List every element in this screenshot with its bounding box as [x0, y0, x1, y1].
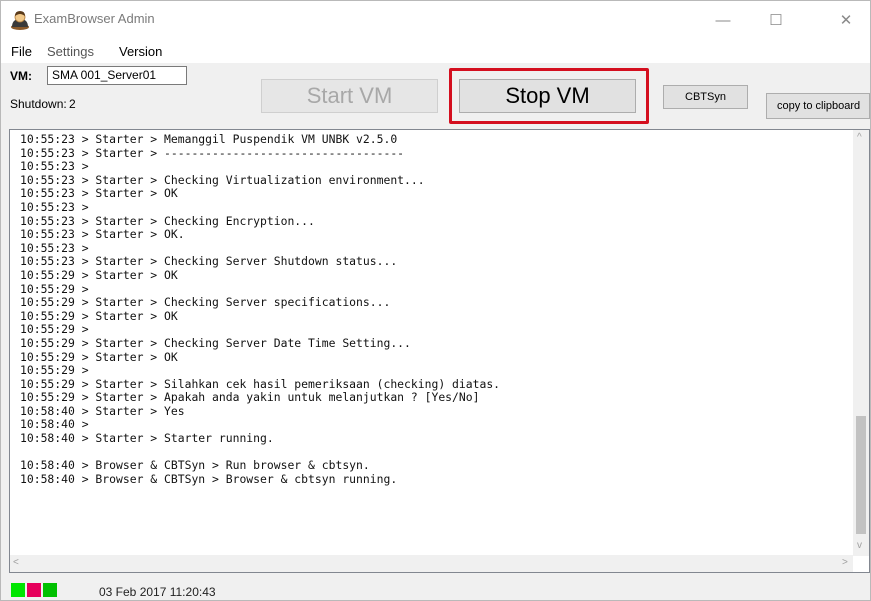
log-line: 10:58:40 > Browser & CBTSyn > Browser & … [20, 471, 398, 486]
log-line: 10:55:29 > Starter > Checking Server spe… [20, 295, 391, 310]
log-line: 10:55:29 > Starter > Apakah anda yakin u… [20, 390, 480, 405]
title-bar: ExamBrowser Admin — ☐ ✕ [1, 1, 870, 39]
menu-file[interactable]: File [11, 44, 32, 59]
log-line: 10:55:29 > Starter > Silahkan cek hasil … [20, 376, 501, 391]
minimize-button[interactable]: — [700, 5, 746, 35]
log-line: 10:55:29 > Starter > OK [20, 349, 178, 364]
stop-vm-highlight [449, 68, 649, 124]
log-line: 10:58:40 > Browser & CBTSyn > Run browse… [20, 458, 370, 473]
user-exam-icon [11, 11, 29, 30]
log-line: 10:55:29 > Starter > Checking Server Dat… [20, 335, 411, 350]
log-console[interactable]: 10:55:23 > Starter > Memanggil Puspendik… [9, 129, 870, 573]
vm-name-field[interactable]: SMA 001_Server01 [47, 66, 187, 85]
maximize-button[interactable]: ☐ [753, 5, 799, 35]
close-button[interactable]: ✕ [823, 5, 869, 35]
status-indicator-2 [27, 583, 41, 597]
log-line: 10:55:29 > [20, 281, 89, 296]
log-line: 10:58:40 > [20, 417, 89, 432]
vertical-scrollbar[interactable]: ^ v [853, 130, 869, 556]
vertical-scroll-thumb[interactable] [856, 416, 866, 534]
log-line: 10:55:29 > Starter > OK [20, 267, 178, 282]
scroll-right-icon[interactable]: > [842, 557, 848, 568]
toolbar: VM: SMA 001_Server01 Shutdown: 2 Start V… [1, 63, 870, 129]
log-line: 10:55:23 > Starter > -------------------… [20, 145, 405, 160]
menu-bar: File Settings Version [1, 39, 870, 63]
status-indicator-1 [11, 583, 25, 597]
log-line: 10:55:23 > Starter > OK [20, 186, 178, 201]
log-line: 10:58:40 > Starter > Starter running. [20, 431, 274, 446]
log-text: 10:55:23 > Starter > Memanggil Puspendik… [20, 132, 850, 486]
scroll-up-icon[interactable]: ^ [857, 132, 862, 143]
log-line: 10:55:23 > Starter > OK. [20, 227, 185, 242]
app-window: ExamBrowser Admin — ☐ ✕ File Settings Ve… [0, 0, 871, 601]
status-indicator-3 [43, 583, 57, 597]
shutdown-count: 2 [69, 97, 76, 111]
status-datetime: 03 Feb 2017 11:20:43 [99, 585, 216, 599]
scroll-left-icon[interactable]: < [13, 557, 19, 568]
log-line: 10:55:23 > Starter > Checking Server Shu… [20, 254, 398, 269]
menu-version[interactable]: Version [119, 44, 162, 59]
log-line: 10:55:23 > Starter > Checking Encryption… [20, 213, 315, 228]
scroll-down-icon[interactable]: v [857, 540, 862, 551]
start-vm-button[interactable]: Start VM [261, 79, 438, 113]
log-line: 10:55:23 > [20, 159, 89, 174]
vm-label: VM: [10, 69, 32, 83]
cbtsyn-button[interactable]: CBTSyn [663, 85, 748, 109]
log-line: 10:55:29 > Starter > OK [20, 308, 178, 323]
shutdown-label: Shutdown: [10, 97, 67, 111]
log-line: 10:55:23 > [20, 199, 89, 214]
copy-to-clipboard-button[interactable]: copy to clipboard [766, 93, 870, 119]
log-line: 10:58:40 > Starter > Yes [20, 403, 185, 418]
log-line: 10:55:23 > Starter > Checking Virtualiza… [20, 172, 425, 187]
horizontal-scrollbar[interactable]: < > [10, 555, 853, 572]
log-line: 10:55:29 > [20, 322, 89, 337]
status-bar: 03 Feb 2017 11:20:43 [1, 575, 870, 600]
menu-settings[interactable]: Settings [47, 44, 94, 59]
log-line: 10:55:23 > [20, 240, 89, 255]
window-title: ExamBrowser Admin [34, 11, 155, 26]
log-line: 10:55:29 > [20, 363, 89, 378]
log-line: 10:55:23 > Starter > Memanggil Puspendik… [20, 132, 398, 146]
